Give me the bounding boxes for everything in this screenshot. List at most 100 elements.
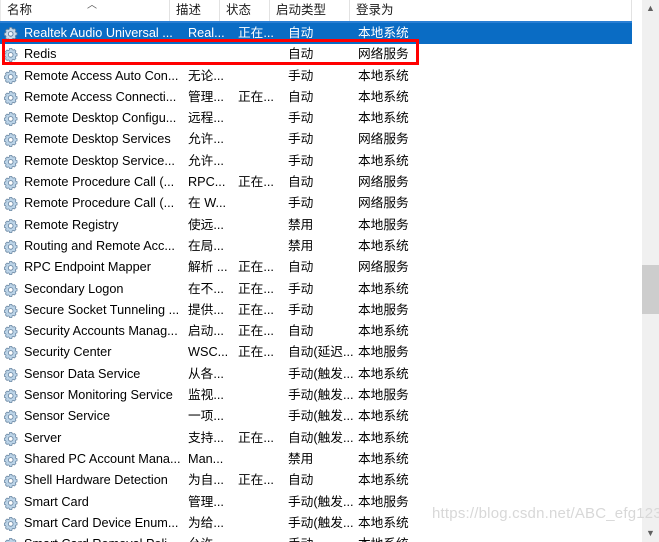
service-row[interactable]: Security Center WSC... 正在... 自动(延迟... 本地服务 (0, 342, 632, 363)
service-row[interactable]: Server 支持... 正在... 自动(触发... 本地系统 (0, 428, 632, 449)
service-description: 在局... (188, 238, 224, 253)
service-name: RPC Endpoint Mapper (24, 260, 151, 275)
column-header-status[interactable]: 状态 (220, 0, 270, 21)
column-header-name[interactable]: 名称 ︿ (0, 0, 170, 21)
service-status (238, 108, 286, 129)
service-log-on-as: 本地系统 (358, 281, 409, 296)
service-status (238, 151, 286, 172)
service-gear-icon (3, 303, 20, 319)
service-name: Secondary Logon (24, 281, 124, 296)
service-row[interactable]: Sensor Service 一项... 手动(触发... 本地系统 (0, 406, 632, 427)
service-description: Man... (188, 451, 224, 466)
service-name: Sensor Data Service (24, 366, 141, 381)
service-gear-icon (3, 324, 20, 340)
services-rows-viewport[interactable]: Realtek Audio Universal ... Real... 正在... 自… (0, 23, 632, 542)
service-startup-type: 自动 (288, 473, 314, 488)
service-startup-type: 手动 (288, 132, 314, 147)
service-startup-type: 手动(触发... (288, 494, 354, 509)
service-status: 正在... (238, 26, 274, 40)
chevron-up-icon: ▲ (646, 3, 655, 13)
service-status: 正在... (238, 302, 274, 317)
vertical-scrollbar[interactable]: ▲ ▼ (632, 0, 659, 542)
service-gear-icon (3, 218, 20, 234)
column-header-startup-type[interactable]: 启动类型 (270, 0, 350, 21)
service-row[interactable]: Remote Desktop Service... 允许... 手动 本地系统 (0, 151, 632, 172)
service-startup-type: 自动(延迟... (288, 345, 354, 360)
service-name: Smart Card (24, 494, 89, 509)
service-startup-type: 手动(触发... (288, 388, 354, 403)
scroll-down-arrow-icon[interactable]: ▼ (642, 525, 659, 542)
service-row[interactable]: Redis 自动 网络服务 (0, 44, 632, 65)
service-name: Remote Access Auto Con... (24, 68, 179, 83)
service-description: 管理... (188, 89, 224, 104)
service-status (238, 364, 286, 385)
service-log-on-as: 网络服务 (358, 196, 409, 211)
service-log-on-as: 本地系统 (358, 409, 409, 424)
service-row[interactable]: Routing and Remote Acc... 在局... 禁用 本地系统 (0, 236, 632, 257)
column-header-description-label: 描述 (176, 3, 202, 17)
service-description: 提供... (188, 302, 224, 317)
service-row[interactable]: Security Accounts Manag... 启动... 正在... 自动 本地… (0, 321, 632, 342)
service-startup-type: 手动 (288, 153, 314, 168)
service-row[interactable]: Smart Card Removal Poli... 允许... 手动本地系统 (0, 534, 632, 542)
chevron-down-icon: ▼ (646, 528, 655, 538)
service-row[interactable]: Shared PC Account Mana... Man... 禁用 本地系统 (0, 449, 632, 470)
column-header-log-on-as[interactable]: 登录为 (350, 0, 632, 21)
service-name: Remote Access Connecti... (24, 89, 177, 104)
service-name: Security Center (24, 345, 112, 360)
service-row[interactable]: Remote Desktop Configu... 远程... 手动 本地系统 (0, 108, 632, 129)
service-log-on-as: 本地系统 (358, 366, 409, 381)
service-description: 远程... (188, 111, 224, 126)
service-row[interactable]: Smart Card Device Enum... 为给... 手动(触发... 本地… (0, 513, 632, 534)
service-gear-icon (3, 388, 20, 404)
service-description: 为给... (188, 515, 224, 530)
service-row[interactable]: RPC Endpoint Mapper 解析 ... 正在... 自动 网络服务 (0, 257, 632, 278)
service-row[interactable]: Remote Desktop Services 允许... 手动 网络服务 (0, 129, 632, 150)
scroll-up-arrow-icon[interactable]: ▲ (642, 0, 659, 17)
service-log-on-as: 网络服务 (358, 175, 409, 190)
service-row[interactable]: Remote Access Auto Con... 无论... 手动 本地系统 (0, 66, 632, 87)
service-row[interactable]: Remote Procedure Call (... 在 W... 手动 网络服务 (0, 193, 632, 214)
service-startup-type: 手动 (288, 534, 356, 542)
service-startup-type: 自动(触发... (288, 430, 354, 445)
service-row[interactable]: Smart Card 管理... 手动(触发... 本地服务 (0, 492, 632, 513)
column-header-description[interactable]: 描述 (170, 0, 220, 21)
service-row[interactable]: Remote Registry 使远... 禁用 本地服务 (0, 215, 632, 236)
column-header-startup-type-label: 启动类型 (276, 3, 327, 17)
service-row[interactable]: Remote Access Connecti... 管理... 正在... 自动 本地系… (0, 87, 632, 108)
service-name: Remote Registry (24, 217, 119, 232)
service-gear-icon (3, 516, 20, 532)
service-log-on-as: 本地系统 (358, 68, 409, 83)
service-row[interactable]: Remote Procedure Call (... RPC... 正在... 自动 网… (0, 172, 632, 193)
service-gear-icon (3, 260, 20, 276)
service-name: Secure Socket Tunneling ... (24, 302, 180, 317)
service-status: 正在... (238, 89, 274, 104)
service-startup-type: 自动 (288, 89, 314, 104)
service-description: 一项... (188, 409, 224, 424)
service-description: 解析 ... (188, 260, 228, 275)
service-description: 在不... (188, 281, 224, 296)
service-log-on-as: 本地系统 (358, 534, 438, 542)
scrollbar-thumb[interactable] (642, 265, 659, 314)
service-row[interactable]: Secondary Logon 在不... 正在... 手动 本地系统 (0, 279, 632, 300)
service-row[interactable]: Realtek Audio Universal ... Real... 正在... 自… (0, 23, 632, 45)
service-status (238, 215, 286, 236)
service-description: Real... (188, 26, 225, 40)
service-name: Remote Procedure Call (... (24, 196, 175, 211)
service-status: 正在... (238, 260, 274, 275)
service-description: 在 W... (188, 196, 227, 211)
service-startup-type: 自动 (288, 26, 314, 40)
service-row[interactable]: Secure Socket Tunneling ... 提供... 正在... 手动 本… (0, 300, 632, 321)
service-name: Server (24, 430, 62, 445)
service-gear-icon (3, 175, 20, 191)
service-description: 允许... (188, 534, 236, 542)
service-row[interactable]: Shell Hardware Detection 为自... 正在... 自动 本地系统 (0, 470, 632, 491)
service-log-on-as: 本地服务 (358, 217, 409, 232)
service-gear-icon (3, 47, 20, 63)
service-row[interactable]: Sensor Monitoring Service 监视... 手动(触发... 本地… (0, 385, 632, 406)
service-description: RPC... (188, 175, 226, 190)
service-row[interactable]: Sensor Data Service 从各... 手动(触发... 本地系统 (0, 364, 632, 385)
sort-ascending-icon: ︿ (87, 0, 97, 11)
service-startup-type: 手动 (288, 111, 314, 126)
service-startup-type: 手动(触发... (288, 366, 354, 381)
